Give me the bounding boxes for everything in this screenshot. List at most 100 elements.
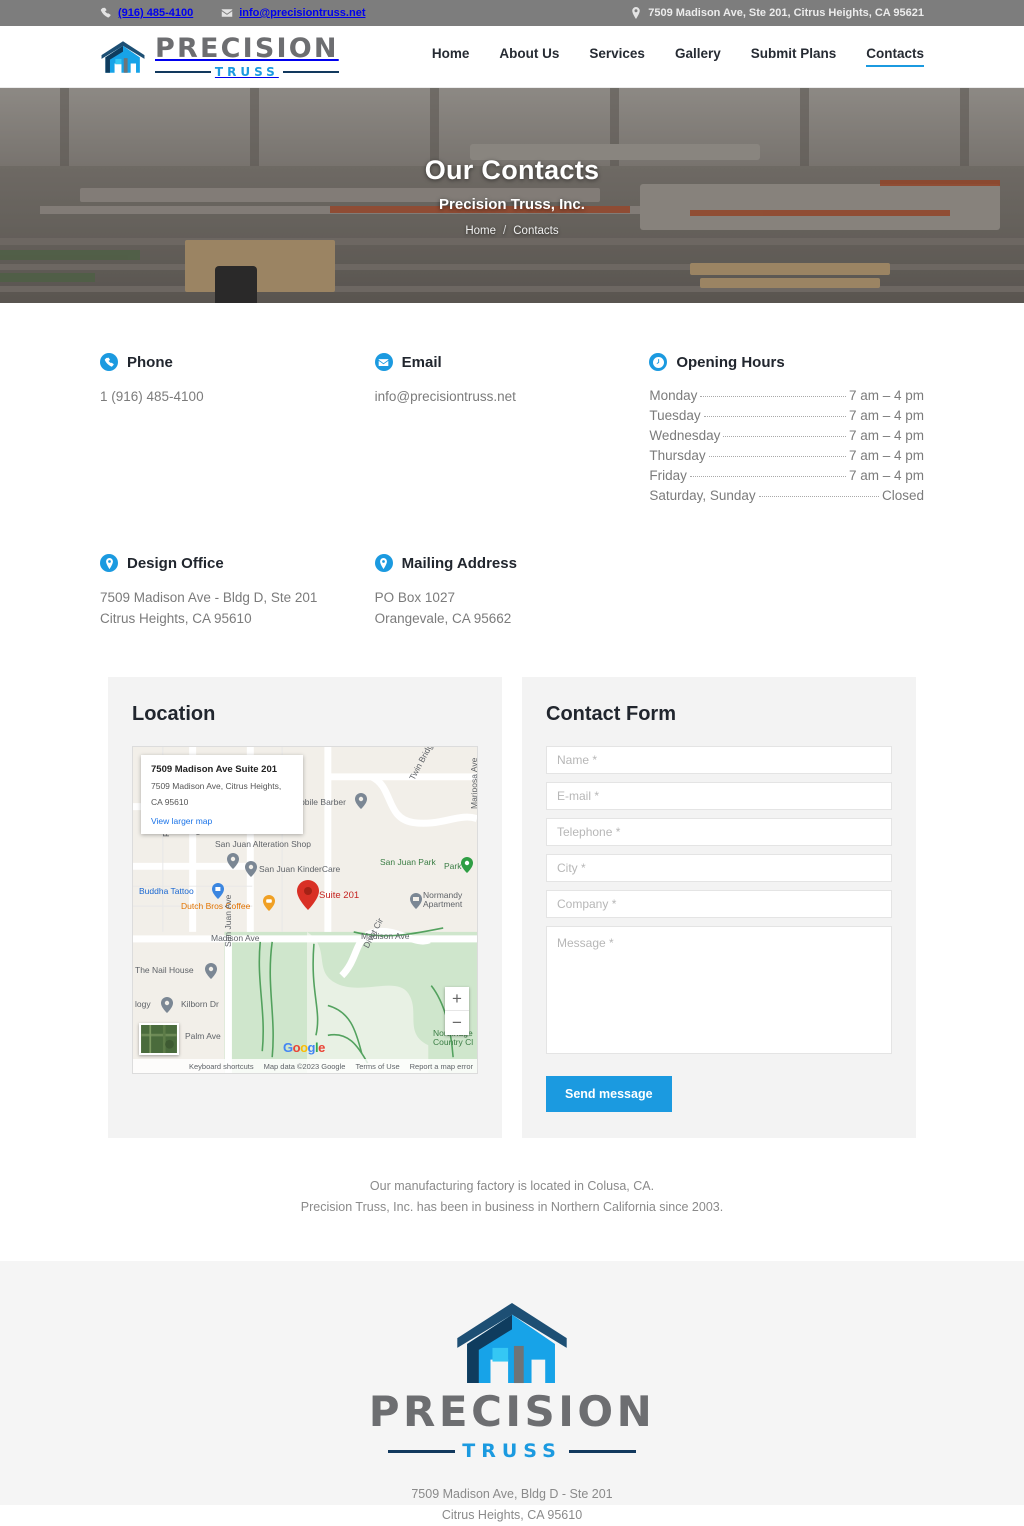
info-head-hours: Opening Hours: [649, 353, 924, 371]
send-message-button[interactable]: Send message: [546, 1076, 672, 1112]
panels-row: Location 7509 Madison Ave Suite 201 7509…: [0, 629, 1024, 1138]
hours-row: Monday 7 am – 4 pm: [649, 386, 924, 406]
name-input[interactable]: [546, 746, 892, 774]
footer-note: Our manufacturing factory is located in …: [0, 1138, 1024, 1218]
map-data-attribution: Map data ©2023 Google: [263, 1061, 346, 1071]
hours-row: Wednesday 7 am – 4 pm: [649, 426, 924, 446]
map-poi-pin-blue[interactable]: [212, 883, 224, 899]
footer-logo-sub-row: TRUSS: [388, 1440, 637, 1462]
google-map[interactable]: 7509 Madison Ave Suite 201 7509 Madison …: [132, 746, 478, 1074]
header-logo-text: PRECISION TRUSS: [155, 35, 339, 78]
hours-value: 7 am – 4 pm: [848, 388, 924, 403]
logo-sub-row: TRUSS: [155, 66, 339, 78]
location-panel: Location 7509 Madison Ave Suite 201 7509…: [108, 677, 502, 1138]
map-label-normandy-apartment: Normandy Apartment: [423, 890, 463, 909]
breadcrumb: Home / Contacts: [425, 225, 600, 237]
map-poi-pin[interactable]: [245, 861, 257, 877]
view-larger-map-link[interactable]: View larger map: [151, 816, 293, 826]
map-poi-pin[interactable]: [205, 963, 217, 979]
hero-banner: Our Contacts Precision Truss, Inc. Home …: [0, 88, 1024, 303]
nav-item-gallery[interactable]: Gallery: [675, 46, 721, 67]
map-poi-pin[interactable]: [227, 853, 239, 869]
location-marker-suite-201[interactable]: [297, 880, 319, 910]
hours-leader: [708, 456, 846, 457]
note-line-1: Our manufacturing factory is located in …: [369, 1179, 655, 1193]
info-title-hours: Opening Hours: [676, 353, 785, 371]
location-panel-title: Location: [132, 703, 216, 725]
breadcrumb-home[interactable]: Home: [465, 225, 496, 237]
email-input[interactable]: [546, 782, 892, 810]
info-head-design-office: Design Office: [100, 554, 375, 572]
hours-day: Friday: [649, 468, 687, 483]
topbar-email-text: info@precisiontruss.net: [239, 7, 366, 19]
city-input[interactable]: [546, 854, 892, 882]
hero-content: Our Contacts Precision Truss, Inc. Home …: [425, 155, 600, 237]
map-zoom-in-button[interactable]: +: [445, 987, 469, 1011]
map-label-kilborn-dr: Kilborn Dr: [181, 999, 219, 1009]
footer-logo-rule-right: [568, 1449, 637, 1453]
message-textarea[interactable]: [546, 926, 892, 1054]
map-marker-label: Suite 201: [319, 890, 360, 901]
hours-day: Saturday, Sunday: [649, 488, 756, 503]
info-block-design-office: Design Office 7509 Madison Ave - Bldg D,…: [100, 554, 375, 629]
footer-address-line1: 7509 Madison Ave, Bldg D - Ste 201: [411, 1487, 613, 1501]
main-navigation: Home About Us Services Gallery Submit Pl…: [432, 46, 924, 67]
info-title-phone: Phone: [127, 353, 173, 371]
map-poi-pin[interactable]: [161, 997, 173, 1013]
hours-row: Friday 7 am – 4 pm: [649, 466, 924, 486]
header-logo-link[interactable]: PRECISION TRUSS: [100, 35, 339, 78]
hours-row: Thursday 7 am – 4 pm: [649, 446, 924, 466]
map-report-error-link[interactable]: Report a map error: [410, 1062, 473, 1071]
map-terms-of-use-link[interactable]: Terms of Use: [355, 1062, 399, 1071]
breadcrumb-separator: /: [503, 224, 507, 237]
info-title-email: Email: [401, 353, 442, 371]
info-value-email[interactable]: info@precisiontruss.net: [375, 386, 650, 407]
topbar-email-link[interactable]: info@precisiontruss.net: [221, 7, 365, 19]
precision-truss-house-logo-icon: [453, 1301, 571, 1385]
map-poi-pin-orange[interactable]: [263, 895, 275, 911]
map-zoom-out-button[interactable]: −: [445, 1011, 469, 1035]
map-poi-pin-green[interactable]: [461, 857, 473, 873]
top-bar: (916) 485-4100 info@precisiontruss.net 7…: [0, 0, 1024, 26]
topbar-phone-link[interactable]: (916) 485-4100: [100, 7, 193, 19]
footer-logo-rule-left: [388, 1449, 456, 1453]
hours-day: Tuesday: [649, 408, 701, 423]
mailing-address-line2: Orangevale, CA 95662: [374, 611, 512, 626]
map-poi-pin[interactable]: [355, 793, 367, 809]
hours-leader: [700, 396, 846, 397]
telephone-input[interactable]: [546, 818, 892, 846]
topbar-address: 7509 Madison Ave, Ste 201, Citrus Height…: [630, 7, 924, 19]
nav-item-home[interactable]: Home: [432, 46, 470, 67]
page-title: Our Contacts: [424, 154, 600, 185]
nav-item-submit-plans[interactable]: Submit Plans: [751, 46, 837, 67]
hours-value: 7 am – 4 pm: [848, 448, 924, 463]
nav-item-services[interactable]: Services: [589, 46, 645, 67]
hours-value: Closed: [881, 488, 924, 503]
map-pin-icon: [374, 554, 393, 572]
hours-day: Thursday: [649, 448, 706, 463]
map-label-san-juan-alteration-shop: San Juan Alteration Shop: [215, 839, 311, 849]
map-satellite-toggle[interactable]: [139, 1023, 179, 1055]
company-input[interactable]: [546, 890, 892, 918]
info-block-mailing-address: Mailing Address PO Box 1027 Orangevale, …: [374, 554, 650, 629]
precision-truss-house-logo-icon: [100, 38, 146, 76]
map-label-san-juan-ave: San Juan Ave: [223, 894, 233, 947]
map-label-san-juan-park: San Juan Park: [380, 857, 436, 867]
map-keyboard-shortcuts[interactable]: Keyboard shortcuts: [189, 1062, 254, 1071]
nav-item-contacts[interactable]: Contacts: [866, 46, 924, 67]
google-logo: Google: [283, 1040, 325, 1055]
map-label-the-nail-house: The Nail House: [135, 965, 194, 975]
contact-info-section: Phone 1 (916) 485-4100 Email info@precis…: [0, 303, 1024, 629]
map-attribution-bar: Keyboard shortcuts Map data ©2023 Google…: [133, 1059, 477, 1073]
nav-item-about-us[interactable]: About Us: [499, 46, 559, 67]
map-label-madison-ave-left: Madison Ave: [211, 933, 260, 943]
info-value-phone[interactable]: 1 (916) 485-4100: [100, 386, 375, 407]
hours-leader: [689, 476, 846, 477]
info-block-email: Email info@precisiontruss.net: [374, 353, 650, 506]
hours-value: 7 am – 4 pm: [848, 468, 924, 483]
info-title-design-office: Design Office: [127, 554, 224, 572]
opening-hours-list: Monday 7 am – 4 pm Tuesday 7 am – 4 pm W…: [649, 386, 924, 506]
map-pin-icon: [630, 7, 642, 19]
site-header: PRECISION TRUSS Home About Us Services G…: [0, 26, 1024, 88]
map-poi-pin[interactable]: [410, 893, 422, 909]
